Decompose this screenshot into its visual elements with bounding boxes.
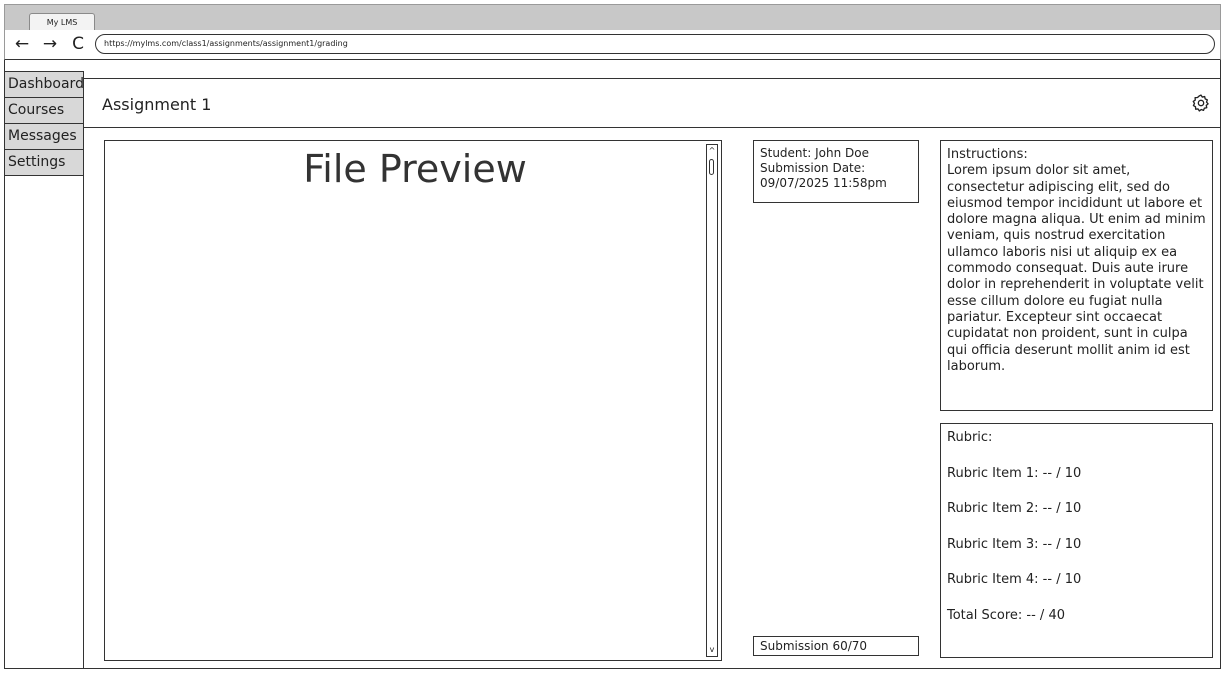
- sidebar-item-messages[interactable]: Messages: [5, 124, 83, 150]
- arrow-left-icon[interactable]: ←: [11, 33, 33, 55]
- rubric-label: Rubric:: [947, 430, 993, 445]
- sidebar-item-dashboard[interactable]: Dashboard: [5, 72, 84, 98]
- sidebar: Dashboard Courses Messages Settings: [4, 71, 84, 669]
- submission-date-value: 09/07/2025 11:58pm: [760, 176, 887, 190]
- sidebar-item-settings[interactable]: Settings: [5, 150, 83, 176]
- student-name: Student: John Doe: [760, 146, 869, 160]
- rubric-panel: Rubric: Rubric Item 1: -- / 10 Rubric It…: [940, 423, 1213, 658]
- rubric-total-score: Total Score: -- / 40: [947, 607, 1065, 623]
- rubric-item[interactable]: Rubric Item 3: -- / 10: [947, 537, 1206, 553]
- gear-icon[interactable]: [1191, 93, 1211, 113]
- student-info-box: Student: John Doe Submission Date: 09/07…: [753, 140, 919, 203]
- submission-counter[interactable]: Submission 60/70: [753, 636, 919, 656]
- scroll-thumb[interactable]: [709, 159, 714, 175]
- instructions-panel: Instructions: Lorem ipsum dolor sit amet…: [940, 140, 1213, 411]
- browser-tab-strip: My LMS: [4, 4, 1221, 31]
- rubric-item[interactable]: Rubric Item 1: -- / 10: [947, 466, 1206, 482]
- sidebar-item-courses[interactable]: Courses: [5, 98, 83, 124]
- submission-date-label: Submission Date:: [760, 161, 866, 175]
- address-bar[interactable]: https://mylms.com/class1/assignments/ass…: [95, 34, 1215, 54]
- instructions-label: Instructions:: [947, 147, 1028, 162]
- instructions-body: Lorem ipsum dolor sit amet, consectetur …: [947, 163, 1206, 374]
- browser-toolbar: ← → C https://mylms.com/class1/assignmen…: [4, 30, 1221, 60]
- scroll-down-icon[interactable]: v: [707, 644, 717, 656]
- browser-tab[interactable]: My LMS: [29, 13, 95, 31]
- rubric-item[interactable]: Rubric Item 4: -- / 10: [947, 572, 1206, 588]
- file-preview-title: File Preview: [303, 147, 527, 191]
- scroll-up-icon[interactable]: ^: [707, 145, 717, 157]
- reload-icon[interactable]: C: [67, 33, 89, 55]
- arrow-right-icon[interactable]: →: [39, 33, 61, 55]
- rubric-item[interactable]: Rubric Item 2: -- / 10: [947, 501, 1206, 517]
- page-header: Assignment 1: [84, 78, 1221, 128]
- preview-scrollbar[interactable]: ^ v: [706, 144, 718, 657]
- page-title: Assignment 1: [102, 95, 212, 114]
- file-preview-panel: File Preview ^ v: [104, 140, 722, 661]
